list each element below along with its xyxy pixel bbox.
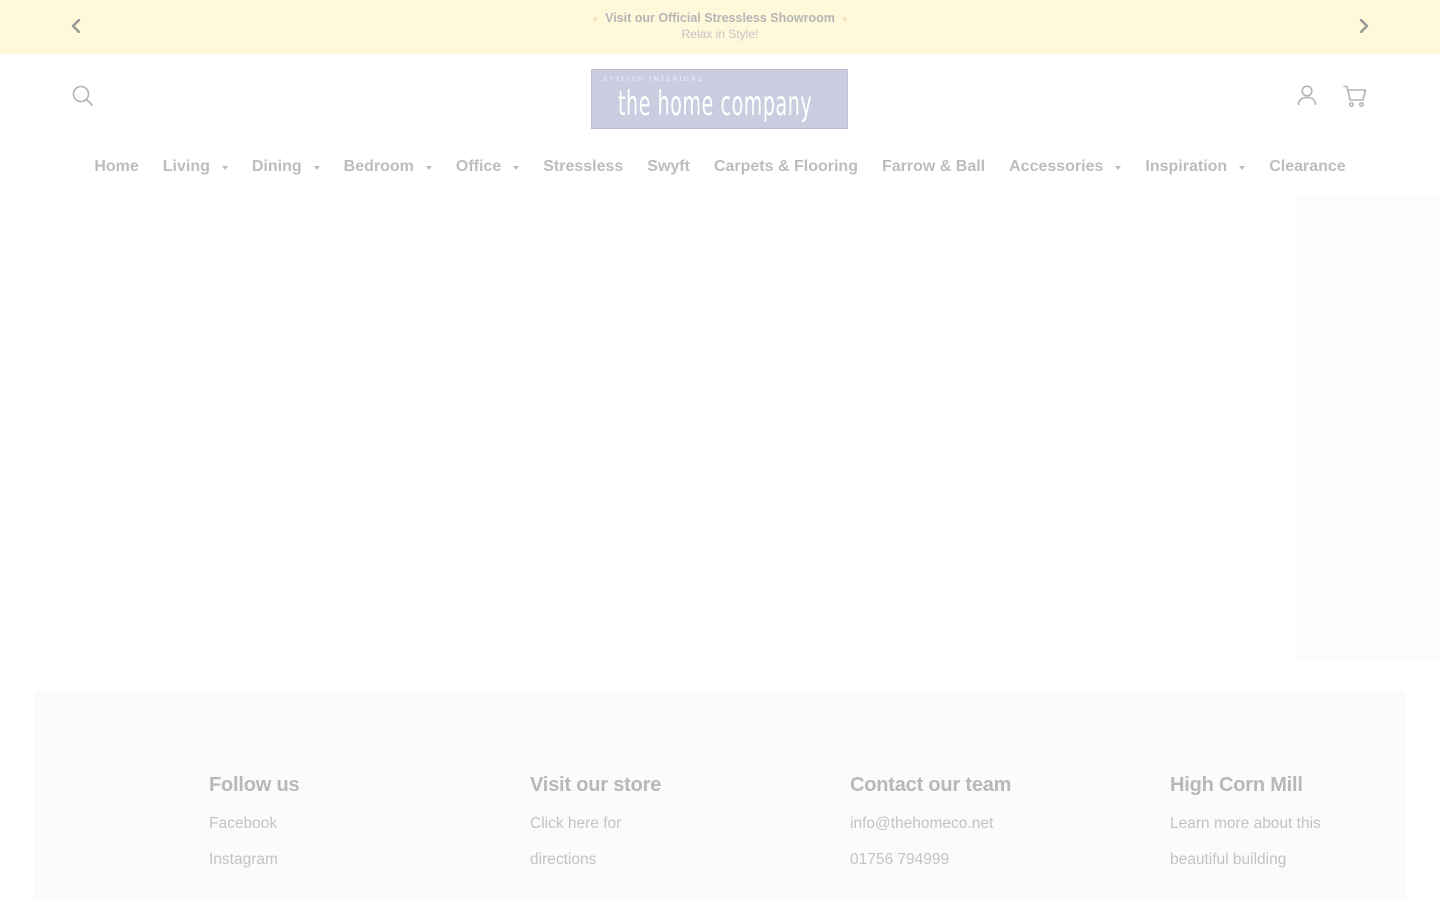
announcement-line-2: Relax in Style! bbox=[681, 27, 759, 41]
caret-down-icon bbox=[1239, 166, 1246, 170]
footer-link[interactable]: directions bbox=[530, 842, 830, 878]
site-footer: Follow us Facebook Instagram Visit our stor… bbox=[34, 690, 1406, 900]
nav-item-label: Home bbox=[94, 158, 139, 175]
nav-item-label: Dining bbox=[251, 158, 302, 175]
main-content bbox=[0, 196, 1440, 658]
footer-column: High Corn Mill Learn more about this beaut… bbox=[1170, 774, 1440, 878]
cart-button[interactable] bbox=[1342, 83, 1368, 109]
nav-item-label: Carpets & Flooring bbox=[713, 158, 858, 175]
footer-column-title: Visit our store bbox=[530, 774, 662, 796]
user-icon bbox=[1297, 85, 1317, 106]
nav-item-label: Inspiration bbox=[1145, 158, 1228, 175]
caret-down-icon bbox=[1115, 166, 1122, 170]
site-logo[interactable]: STYLISH INTERIORS the home company bbox=[591, 69, 848, 129]
caret-down-icon bbox=[425, 166, 432, 170]
nav-item-label: Swyft bbox=[647, 158, 690, 175]
nav-item-label: Living bbox=[162, 158, 210, 175]
site-header: STYLISH INTERIORS the home company Home L… bbox=[0, 54, 1440, 196]
footer-column: Visit our store Click here for directions bbox=[530, 774, 830, 878]
nav-item-office[interactable]: Office bbox=[455, 158, 520, 176]
footer-link[interactable]: 01756 794999 bbox=[850, 842, 1150, 878]
nav-item-living[interactable]: Living bbox=[163, 158, 228, 176]
announcement-message[interactable]: Visit our Official Stressless Showroom R… bbox=[0, 10, 1440, 42]
footer-column-title: Contact our team bbox=[850, 774, 1012, 796]
nav-item-label: Stressless bbox=[543, 158, 624, 175]
footer-column-title: High Corn Mill bbox=[1170, 774, 1303, 796]
chevron-right-icon bbox=[1359, 19, 1369, 33]
nav-item-stressless[interactable]: Stressless bbox=[543, 158, 623, 176]
logo-tagline: STYLISH INTERIORS bbox=[603, 75, 705, 83]
nav-item-inspiration[interactable]: Inspiration bbox=[1145, 158, 1246, 176]
account-button[interactable] bbox=[1294, 82, 1320, 108]
footer-column: Contact our team info@thehomeco.net 01756 … bbox=[850, 774, 1150, 878]
side-panel bbox=[1296, 196, 1440, 662]
main-navigation: Home Living Dining Bedroom Office Stressless S… bbox=[0, 150, 1440, 184]
nav-item-farrow-ball[interactable]: Farrow & Ball bbox=[882, 158, 985, 176]
footer-link[interactable]: Click here for bbox=[530, 806, 830, 842]
nav-item-label: Farrow & Ball bbox=[881, 158, 986, 175]
footer-column: Follow us Facebook Instagram bbox=[209, 774, 509, 878]
nav-item-carpets-flooring[interactable]: Carpets & Flooring bbox=[714, 158, 858, 176]
footer-column-title: Follow us bbox=[209, 774, 300, 796]
logo-name: the home company bbox=[618, 84, 813, 124]
footer-link[interactable]: Instagram bbox=[209, 842, 509, 878]
footer-link[interactable]: Facebook bbox=[209, 806, 509, 842]
announcement-next-button[interactable] bbox=[1352, 14, 1376, 38]
nav-item-dining[interactable]: Dining bbox=[252, 158, 320, 176]
announcement-line-1: Visit our Official Stressless Showroom bbox=[605, 11, 835, 25]
nav-item-label: Accessories bbox=[1009, 158, 1104, 175]
footer-link[interactable]: info@thehomeco.net bbox=[850, 806, 1150, 842]
search-button[interactable] bbox=[70, 83, 96, 109]
search-icon bbox=[72, 85, 93, 106]
footer-link[interactable]: beautiful building bbox=[1170, 842, 1440, 878]
caret-down-icon bbox=[221, 166, 228, 170]
footer-link[interactable]: Learn more about this bbox=[1170, 806, 1440, 842]
cart-icon bbox=[1343, 85, 1367, 108]
caret-down-icon bbox=[513, 166, 520, 170]
nav-item-label: Bedroom bbox=[343, 158, 414, 175]
nav-item-home[interactable]: Home bbox=[94, 158, 138, 176]
announcement-bar: Visit our Official Stressless Showroom R… bbox=[0, 0, 1440, 54]
nav-item-swyft[interactable]: Swyft bbox=[647, 158, 690, 176]
nav-item-accessories[interactable]: Accessories bbox=[1009, 158, 1122, 176]
nav-item-label: Clearance bbox=[1269, 158, 1346, 175]
caret-down-icon bbox=[313, 166, 320, 170]
nav-item-label: Office bbox=[455, 158, 502, 175]
nav-item-bedroom[interactable]: Bedroom bbox=[344, 158, 432, 176]
nav-item-clearance[interactable]: Clearance bbox=[1269, 158, 1346, 176]
